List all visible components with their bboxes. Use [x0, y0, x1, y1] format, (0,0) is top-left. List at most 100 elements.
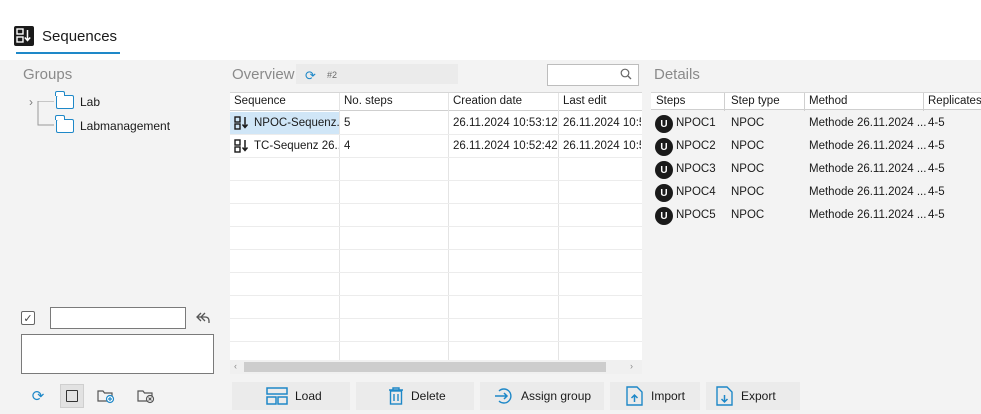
export-label: Export [741, 389, 776, 403]
user-step-icon: U [655, 161, 673, 179]
tree-item-labmanagement[interactable]: Labmanagement [55, 115, 171, 136]
list-item[interactable]: U NPOC3 NPOC Methode 26.11.2024 ... 4-5 [651, 158, 981, 181]
refresh-groups-button[interactable]: ⟳ [26, 384, 50, 408]
replicates: 4-5 [928, 186, 945, 198]
checkbox-icon[interactable]: ✓ [21, 311, 35, 325]
step-name: NPOC4 [676, 186, 716, 198]
table-row[interactable]: NPOC-Sequenz... 5 26.11.2024 10:53:12 26… [230, 112, 642, 135]
trash-icon [389, 387, 403, 405]
empty-row [230, 204, 642, 227]
empty-row [230, 158, 642, 181]
step-name: NPOC1 [676, 117, 716, 129]
delete-button[interactable]: Delete [356, 382, 474, 410]
scroll-left-icon[interactable]: ‹ [234, 361, 237, 371]
active-tab-indicator [16, 52, 120, 54]
tree-item-label: Lab [80, 95, 101, 109]
user-step-icon: U [655, 184, 673, 202]
sequence-icon [14, 26, 34, 46]
sequence-name: NPOC-Sequenz... [254, 117, 339, 129]
column-divider [804, 93, 805, 111]
list-item[interactable]: U NPOC2 NPOC Methode 26.11.2024 ... 4-5 [651, 135, 981, 158]
column-header-steps[interactable]: Steps [656, 95, 685, 107]
list-item[interactable]: U NPOC5 NPOC Methode 26.11.2024 ... 4-5 [651, 204, 981, 227]
select-all-button[interactable] [60, 384, 84, 408]
step-name: NPOC3 [676, 163, 716, 175]
column-header-steps[interactable]: No. steps [344, 95, 393, 107]
folder-icon [55, 115, 74, 133]
replicates: 4-5 [928, 140, 945, 152]
delete-folder-icon [137, 390, 155, 404]
scroll-right-icon[interactable]: › [630, 361, 633, 371]
overview-header-bar [296, 64, 458, 84]
overview-table: Sequence No. steps Creation date Last ed… [230, 92, 642, 360]
step-type: NPOC [731, 117, 765, 129]
empty-row [230, 250, 642, 273]
add-folder-icon [97, 390, 115, 404]
search-input[interactable] [547, 64, 639, 86]
overview-title: Overview [232, 66, 295, 83]
group-filter-input[interactable] [50, 307, 186, 329]
square-icon [66, 390, 78, 402]
top-bar: Sequences [0, 0, 981, 60]
groups-title: Groups [23, 66, 73, 83]
import-label: Import [651, 389, 686, 403]
method-name: Methode 26.11.2024 ... [809, 163, 927, 175]
steps-cell: 4 [344, 140, 351, 152]
empty-row [230, 342, 642, 360]
sequence-cell: NPOC-Sequenz... [230, 112, 339, 134]
method-name: Methode 26.11.2024 ... [809, 117, 927, 129]
creation-date-cell: 26.11.2024 10:53:12 [453, 117, 558, 129]
user-step-icon: U [655, 207, 673, 225]
load-button[interactable]: Load [232, 382, 350, 410]
details-title: Details [654, 66, 700, 83]
horizontal-scrollbar[interactable]: ‹ › [230, 360, 642, 374]
assign-group-button[interactable]: Assign group [480, 382, 604, 410]
load-icon [266, 387, 288, 405]
refresh-icon: ⟳ [31, 388, 45, 405]
sequence-icon [234, 139, 249, 153]
column-divider [923, 93, 924, 111]
table-row[interactable]: TC-Sequenz 26.... 4 26.11.2024 10:52:42 … [230, 135, 642, 158]
import-icon [626, 386, 643, 406]
tree-item-lab[interactable]: Lab [55, 91, 101, 112]
add-folder-button[interactable] [94, 384, 118, 408]
tab-sequences[interactable]: Sequences [14, 18, 123, 54]
user-step-icon: U [655, 115, 673, 133]
list-item[interactable]: U NPOC4 NPOC Methode 26.11.2024 ... 4-5 [651, 181, 981, 204]
empty-row [230, 181, 642, 204]
column-header-step-type[interactable]: Step type [731, 95, 780, 107]
delete-label: Delete [411, 389, 446, 403]
sequence-name: TC-Sequenz 26.... [254, 140, 339, 152]
column-header-last-edit[interactable]: Last edit [563, 95, 606, 107]
step-name: NPOC5 [676, 209, 716, 221]
user-step-icon: U [655, 138, 673, 156]
scrollbar-thumb[interactable] [244, 362, 606, 372]
assign-icon [495, 388, 512, 404]
delete-folder-button[interactable] [134, 384, 158, 408]
column-header-creation-date[interactable]: Creation date [453, 95, 522, 107]
column-header-replicates[interactable]: Replicates [928, 95, 981, 107]
import-button[interactable]: Import [610, 382, 700, 410]
method-name: Methode 26.11.2024 ... [809, 140, 927, 152]
tree-item-label: Labmanagement [80, 119, 171, 133]
refresh-icon[interactable]: ⟳ [305, 68, 316, 84]
step-type: NPOC [731, 140, 765, 152]
method-name: Methode 26.11.2024 ... [809, 186, 927, 198]
creation-date-cell: 26.11.2024 10:52:42 [453, 140, 558, 152]
column-header-sequence[interactable]: Sequence [234, 95, 286, 107]
list-item[interactable]: U NPOC1 NPOC Methode 26.11.2024 ... 4-5 [651, 112, 981, 135]
group-description-field[interactable] [21, 334, 214, 374]
export-icon [716, 386, 733, 406]
replicates: 4-5 [928, 209, 945, 221]
details-table-header: Steps Step type Method Replicates [651, 92, 981, 111]
replicates: 4-5 [928, 163, 945, 175]
empty-row [230, 227, 642, 250]
chevron-right-icon[interactable]: › [29, 95, 33, 109]
overview-table-header: Sequence No. steps Creation date Last ed… [230, 93, 642, 111]
empty-row [230, 273, 642, 296]
export-button[interactable]: Export [706, 382, 800, 410]
replicates: 4-5 [928, 117, 945, 129]
column-header-method[interactable]: Method [809, 95, 847, 107]
details-table: Steps Step type Method Replicates U NPOC… [651, 92, 981, 376]
undo-icon[interactable] [192, 308, 214, 328]
